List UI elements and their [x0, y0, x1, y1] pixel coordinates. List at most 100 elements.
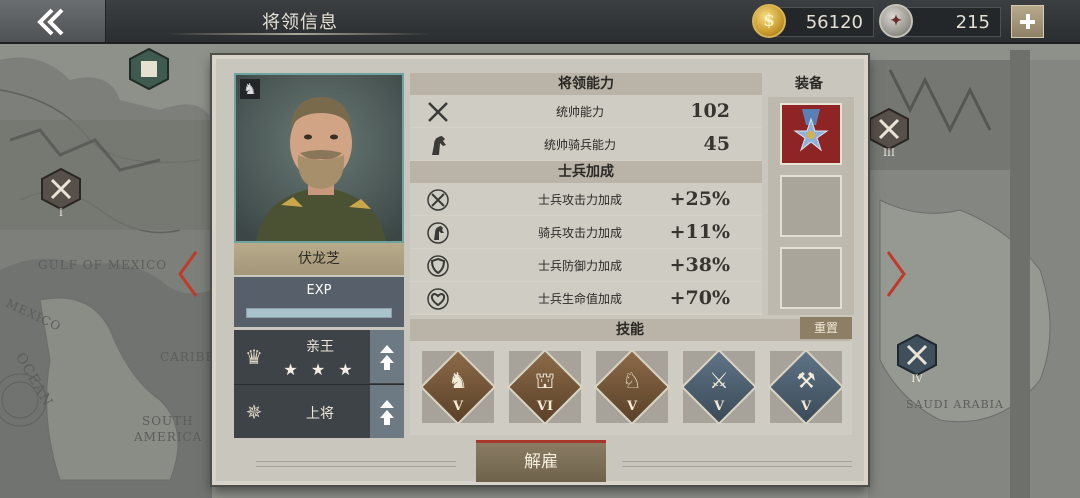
horse-icon — [432, 136, 446, 155]
skills-list: ♞ V ⛫ VI ♘ V ⚔ V ⚒ V — [410, 341, 852, 435]
skill-horse[interactable]: ♘ V — [592, 347, 672, 427]
stat-value: 102 — [690, 100, 730, 122]
skill-level: VI — [536, 399, 554, 414]
bonuses-header: 士兵加成 — [410, 161, 762, 183]
general-portrait-image — [236, 75, 402, 241]
stat-label: 统帅骑兵能力 — [543, 138, 616, 152]
noble-rank-title: 亲王 — [306, 339, 334, 355]
equipment-slot-2[interactable] — [780, 175, 842, 237]
double-up-arrow-icon — [380, 400, 394, 425]
military-rank-row: ✵ 上将 — [234, 384, 404, 438]
skill-tools[interactable]: ⚒ V — [766, 347, 846, 427]
promote-rank-button[interactable] — [370, 385, 404, 438]
map-marker-i[interactable]: I — [40, 168, 82, 219]
add-currency-button[interactable] — [1011, 5, 1044, 38]
map-marker-book[interactable] — [128, 48, 170, 90]
exp-label: EXP — [306, 283, 332, 298]
book-icon — [129, 48, 169, 90]
skill-cavalry-charge[interactable]: ♞ V — [418, 347, 498, 427]
skill-fortification[interactable]: ⛫ VI — [505, 347, 585, 427]
previous-arrow[interactable] — [176, 250, 200, 298]
medal-icon: ✦ — [879, 4, 913, 38]
heart-plus-icon — [427, 288, 449, 310]
promote-noble-button[interactable] — [370, 330, 404, 383]
general-info-panel: ♞ 伏龙芝 EXP ♛ 亲王 ★ ★ ★ ✵ 上将 将领能力 统帅能力 102 … — [212, 55, 868, 485]
fortification-icon: ⛫ — [534, 369, 556, 394]
skill-level: V — [452, 399, 464, 414]
top-bar: 将领信息 56120 $ 215 ✦ — [0, 0, 1080, 44]
map-label-saudi-arabia: SAUDI ARABIA — [906, 398, 1004, 411]
stat-label: 士兵攻击力加成 — [537, 193, 622, 207]
cavalry-plus-icon — [427, 222, 449, 244]
medal-equipment-icon — [793, 109, 829, 152]
footer-divider-left — [256, 461, 456, 467]
stat-row-cavalry-command: 统帅骑兵能力 45 — [410, 128, 762, 161]
reset-skills-button[interactable]: 重置 — [800, 317, 852, 339]
stat-row-cavalry-attack-bonus: 骑兵攻击力加成 +11% — [410, 216, 762, 249]
footer-divider-right — [622, 461, 852, 467]
skill-level: V — [626, 399, 638, 414]
general-portrait: ♞ — [234, 73, 404, 243]
coin-icon: $ — [752, 4, 786, 38]
general-name: 伏龙芝 — [234, 243, 404, 275]
page-title: 将领信息 — [262, 12, 338, 33]
map-marker-iii[interactable]: III — [868, 108, 910, 159]
map-label-south: SOUTH — [142, 414, 194, 428]
shield-plus-icon — [427, 255, 449, 277]
stat-value: +70% — [669, 287, 730, 309]
map-label-gulf-of-mexico: GULF OF MEXICO — [38, 258, 168, 272]
skill-level: V — [713, 399, 725, 414]
stat-label: 士兵防御力加成 — [537, 259, 622, 273]
double-up-arrow-icon — [380, 345, 394, 370]
map-marker-iv[interactable]: IV — [896, 334, 938, 385]
attack-plus-icon — [427, 189, 449, 211]
equipment-slot-3[interactable] — [780, 247, 842, 309]
title-underline — [166, 33, 430, 35]
next-arrow[interactable] — [884, 250, 908, 298]
skill-saber[interactable]: ⚔ V — [679, 347, 759, 427]
knight-icon: ♞ — [240, 79, 260, 99]
equipment-column — [768, 97, 854, 315]
map-label-america: AMERICA — [134, 430, 203, 444]
abilities-table: 将领能力 统帅能力 102 统帅骑兵能力 45 士兵加成 士兵攻击力加成 +25… — [410, 73, 762, 315]
skill-level: V — [800, 399, 812, 414]
stat-row-health-bonus: 士兵生命值加成 +70% — [410, 282, 762, 315]
crossed-swords-icon — [897, 334, 937, 376]
marker-level: IV — [911, 374, 923, 385]
stat-row-command: 统帅能力 102 — [410, 95, 762, 128]
stat-value: 45 — [703, 133, 730, 155]
laurel-star-icon: ✵ — [245, 400, 263, 424]
cavalry-charge-icon: ♞ — [448, 369, 468, 394]
chevron-left-icon — [178, 251, 198, 297]
exp-section: EXP — [234, 277, 404, 327]
coin-amount: 56120 — [805, 12, 863, 33]
equipment-slot-1[interactable] — [780, 103, 842, 165]
crown-icon: ♛ — [245, 345, 263, 369]
crossed-swords-icon — [41, 168, 81, 210]
rank-stars: ★ ★ ★ — [283, 360, 357, 379]
stat-value: +38% — [669, 254, 730, 276]
abilities-header: 将领能力 — [410, 73, 762, 95]
skills-header: 技能 — [410, 319, 850, 341]
saber-icon: ⚔ — [709, 369, 729, 394]
marker-level: I — [59, 208, 63, 219]
horse-head-icon: ♘ — [622, 369, 642, 394]
medal-amount: 215 — [955, 12, 990, 33]
swords-icon — [428, 102, 448, 122]
equipment-header: 装备 — [795, 76, 823, 92]
chevron-right-icon — [886, 251, 906, 297]
stat-label: 士兵生命值加成 — [537, 292, 622, 306]
stat-value: +11% — [669, 221, 730, 243]
stat-value: +25% — [669, 188, 730, 210]
back-button[interactable] — [0, 0, 106, 42]
tools-icon: ⚒ — [796, 369, 816, 394]
stat-label: 统帅能力 — [555, 105, 604, 119]
dismiss-button[interactable]: 解雇 — [476, 440, 606, 482]
stat-row-attack-bonus: 士兵攻击力加成 +25% — [410, 183, 762, 216]
noble-rank-row: ♛ 亲王 ★ ★ ★ — [234, 330, 404, 384]
exp-bar — [246, 308, 392, 318]
back-arrow-icon — [37, 8, 64, 36]
military-rank-title: 上将 — [306, 406, 334, 422]
stat-row-defense-bonus: 士兵防御力加成 +38% — [410, 249, 762, 282]
stat-label: 骑兵攻击力加成 — [537, 226, 622, 240]
